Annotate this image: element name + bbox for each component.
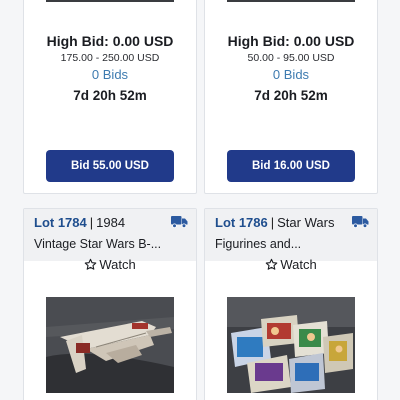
time-left: 7d 20h 52m <box>254 88 328 103</box>
truck-icon <box>352 216 369 228</box>
figurines-photo[interactable] <box>227 297 355 393</box>
lot-header: Lot 1786 | Star Wars Figurines and... <box>205 209 377 261</box>
lot-card: High Bid: 0.00 USD 175.00 - 250.00 USD 0… <box>23 0 197 194</box>
lot-card: High Bid: 0.00 USD 50.00 - 95.00 USD 0 B… <box>204 0 378 194</box>
bid-button[interactable]: Bid 55.00 USD <box>46 150 174 182</box>
time-left: 7d 20h 52m <box>73 88 147 103</box>
bid-count-link[interactable]: 0 Bids <box>24 67 196 82</box>
lot-number-link[interactable]: Lot 1786 <box>215 215 268 230</box>
divider: | <box>270 215 275 230</box>
lot-category: Star Wars <box>277 215 335 230</box>
star-icon <box>266 258 278 270</box>
high-bid: High Bid: 0.00 USD <box>46 33 174 49</box>
lot-photo[interactable] <box>227 0 355 2</box>
star-icon <box>85 258 97 270</box>
lot-grid: High Bid: 0.00 USD 175.00 - 250.00 USD 0… <box>0 0 400 400</box>
lot-title-link[interactable]: Vintage Star Wars B-... <box>34 237 161 252</box>
watch-button[interactable]: Watch <box>205 257 377 273</box>
lot-line: Lot 1786 | Star Wars <box>215 215 334 231</box>
lot-number-link[interactable]: Lot 1784 <box>34 215 87 230</box>
bid-button[interactable]: Bid 16.00 USD <box>227 150 355 182</box>
lot-card: Lot 1784 | 1984 Vintage Star Wars B-... Wa… <box>23 208 197 400</box>
high-bid: High Bid: 0.00 USD <box>227 33 355 49</box>
divider: | <box>89 215 94 230</box>
estimate-range: 50.00 - 95.00 USD <box>247 52 335 64</box>
lot-title-link[interactable]: Figurines and... <box>215 237 301 252</box>
lot-category: 1984 <box>96 215 126 230</box>
watch-button[interactable]: Watch <box>24 257 196 273</box>
lot-photo[interactable] <box>46 0 174 2</box>
lot-header: Lot 1784 | 1984 Vintage Star Wars B-... <box>24 209 196 261</box>
watch-label: Watch <box>99 257 136 272</box>
watch-label: Watch <box>280 257 317 272</box>
lot-card: Lot 1786 | Star Wars Figurines and... Watc… <box>204 208 378 400</box>
b-wing-ship-photo[interactable] <box>46 297 174 393</box>
truck-icon <box>171 216 188 228</box>
estimate-range: 175.00 - 250.00 USD <box>60 52 160 64</box>
bid-count-link[interactable]: 0 Bids <box>205 67 377 82</box>
lot-line: Lot 1784 | 1984 <box>34 215 125 231</box>
